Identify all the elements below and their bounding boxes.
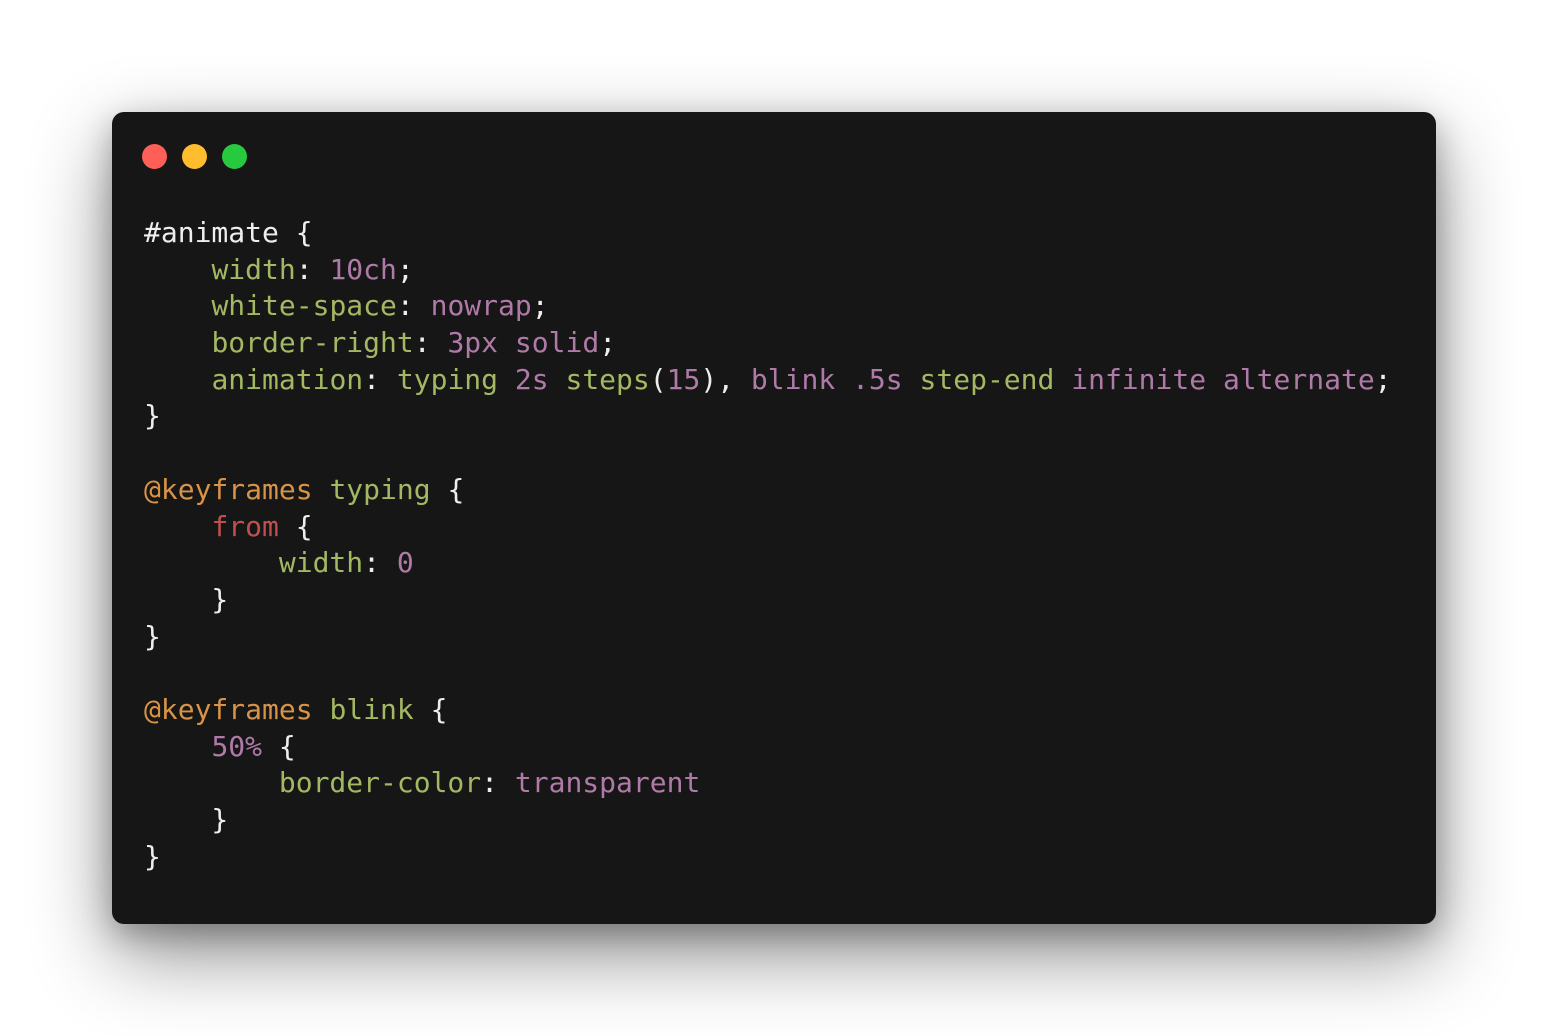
code-token-func: step-end — [919, 362, 1055, 396]
code-token-punct: ; — [531, 289, 549, 323]
minimize-button[interactable] — [182, 144, 207, 169]
code-line: animation: typing 2s steps(15), blink .5… — [144, 362, 1392, 399]
code-line: } — [144, 582, 1392, 619]
code-token-punct: ; — [1374, 362, 1392, 396]
code-token-value: solid — [514, 326, 600, 360]
code-token-punct — [1054, 363, 1071, 396]
code-token-punct — [835, 363, 852, 396]
code-token-name: typing — [329, 472, 431, 506]
code-token-prop: width — [278, 546, 364, 580]
close-button[interactable] — [142, 144, 167, 169]
code-line: } — [144, 839, 1392, 876]
code-token-punct: ; — [599, 326, 617, 360]
code-token-punct — [144, 510, 211, 543]
code-token-punct — [498, 326, 515, 359]
code-token-punct: { — [430, 472, 465, 506]
code-token-func: typing — [396, 362, 499, 396]
code-token-func: steps — [565, 362, 650, 396]
code-token-punct — [498, 363, 515, 396]
code-token-value: 50% — [211, 729, 263, 763]
code-token-punct — [1206, 363, 1223, 396]
code-token-punct: : — [481, 766, 515, 800]
code-token-punct: : — [413, 326, 448, 360]
code-token-prop: animation — [211, 362, 364, 396]
code-token-prop: border-color — [278, 766, 482, 800]
code-token-punct — [903, 363, 920, 396]
code-token-punct: { — [278, 509, 313, 543]
window-controls — [142, 144, 247, 169]
code-token-punct — [144, 766, 279, 799]
code-token-punct — [144, 253, 211, 286]
code-line: border-right: 3px solid; — [144, 325, 1392, 362]
code-token-prop: border-right — [211, 326, 414, 360]
code-token-punct: } — [144, 399, 161, 433]
code-token-punct: : — [363, 546, 397, 580]
code-token-punct: { — [262, 729, 296, 763]
code-token-punct: } — [144, 839, 161, 873]
code-token-value: 10ch — [329, 252, 397, 286]
code-token-punct — [144, 363, 211, 396]
code-line: } — [144, 802, 1392, 839]
code-token-value: 3px — [447, 326, 499, 360]
code-block: #animate { width: 10ch; white-space: now… — [144, 215, 1392, 875]
code-token-value: nowrap — [430, 289, 532, 323]
code-token-punct: { — [278, 216, 313, 249]
code-line: } — [144, 398, 1392, 435]
code-token-name: blink — [329, 692, 414, 726]
code-token-prop: width — [211, 252, 296, 286]
code-token-punct: : — [363, 362, 397, 396]
code-token-selector: #animate — [144, 216, 279, 249]
code-token-punct: : — [396, 289, 431, 323]
code-token-punct: } — [144, 619, 161, 653]
code-token-punct: ), — [700, 362, 751, 396]
canvas: #animate { width: 10ch; white-space: now… — [0, 0, 1548, 1036]
code-token-punct — [144, 730, 211, 763]
code-token-punct: : — [295, 252, 330, 286]
code-token-at: @keyframes — [144, 472, 313, 506]
code-token-punct — [144, 326, 211, 359]
code-line: white-space: nowrap; — [144, 288, 1392, 325]
code-token-value: blink — [750, 362, 836, 396]
code-token-punct: ( — [649, 362, 667, 396]
code-line: border-color: transparent — [144, 765, 1392, 802]
code-line: width: 10ch; — [144, 252, 1392, 289]
code-token-punct — [549, 363, 566, 396]
code-token-from: from — [211, 509, 279, 543]
code-token-punct — [313, 473, 330, 506]
code-token-value: 15 — [666, 362, 701, 396]
code-line: from { — [144, 509, 1392, 546]
code-token-value: infinite — [1071, 362, 1207, 396]
code-token-punct: { — [413, 692, 448, 726]
code-line: 50% { — [144, 729, 1392, 766]
code-token-prop: white-space — [211, 289, 397, 323]
code-line: } — [144, 619, 1392, 656]
code-token-at: @keyframes — [144, 692, 313, 726]
code-token-value: .5s — [852, 362, 903, 396]
code-line: @keyframes typing { — [144, 472, 1392, 509]
code-line: #animate { — [144, 215, 1392, 252]
code-token-punct — [144, 546, 279, 579]
maximize-button[interactable] — [222, 144, 247, 169]
code-token-punct: ; — [396, 252, 414, 286]
code-token-value: 0 — [396, 546, 414, 580]
code-line: width: 0 — [144, 545, 1392, 582]
code-token-value: transparent — [514, 766, 701, 800]
code-token-punct — [144, 289, 211, 322]
code-line: @keyframes blink { — [144, 692, 1392, 729]
code-window: #animate { width: 10ch; white-space: now… — [112, 112, 1436, 924]
code-token-punct: } — [144, 803, 229, 836]
code-token-value: alternate — [1222, 362, 1375, 396]
code-token-punct — [313, 693, 330, 726]
code-token-punct: } — [144, 582, 229, 616]
code-token-value: 2s — [514, 362, 549, 396]
